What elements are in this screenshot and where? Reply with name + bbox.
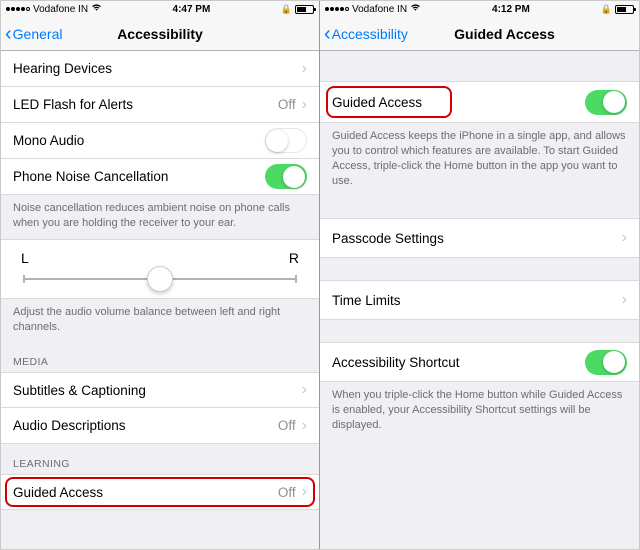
row-label: Guided Access [332, 95, 422, 110]
row-label: Passcode Settings [332, 231, 444, 246]
row-mono-audio[interactable]: Mono Audio [1, 123, 319, 159]
status-time: 4:12 PM [492, 4, 530, 15]
chevron-right-icon: › [622, 229, 627, 247]
row-guided-access-toggle[interactable]: Guided Access [320, 81, 639, 123]
balance-footer: Adjust the audio volume balance between … [1, 299, 319, 343]
carrier-label: Vodafone IN [352, 4, 407, 15]
status-bar: Vodafone IN 4:12 PM 🔒 [320, 1, 639, 17]
carrier-label: Vodafone IN [33, 4, 88, 15]
row-accessibility-shortcut[interactable]: Accessibility Shortcut [320, 342, 639, 382]
orientation-lock-icon: 🔒 [601, 4, 612, 15]
row-label: LED Flash for Alerts [13, 97, 133, 112]
learning-header: LEARNING [1, 444, 319, 474]
slider-thumb[interactable] [147, 266, 173, 292]
row-noise-cancellation[interactable]: Phone Noise Cancellation [1, 159, 319, 195]
chevron-right-icon: › [622, 291, 627, 309]
chevron-right-icon: › [302, 381, 307, 399]
chevron-left-icon: ‹ [5, 24, 12, 44]
row-passcode-settings[interactable]: Passcode Settings › [320, 218, 639, 258]
balance-slider[interactable] [23, 278, 297, 280]
back-button[interactable]: ‹ General [1, 24, 62, 44]
nav-bar: ‹ General Accessibility [1, 17, 319, 51]
accessibility-shortcut-toggle[interactable] [585, 350, 627, 375]
guided-access-footer: Guided Access keeps the iPhone in a sing… [320, 123, 639, 196]
back-label: Accessibility [332, 26, 408, 42]
noise-cancellation-toggle[interactable] [265, 164, 307, 189]
row-label: Mono Audio [13, 133, 84, 148]
row-label: Subtitles & Captioning [13, 383, 146, 398]
chevron-right-icon: › [302, 417, 307, 435]
row-label: Hearing Devices [13, 61, 112, 76]
battery-icon [615, 5, 634, 14]
row-value: Off [278, 418, 296, 433]
row-hearing-devices[interactable]: Hearing Devices › [1, 51, 319, 87]
row-label: Accessibility Shortcut [332, 355, 460, 370]
chevron-right-icon: › [302, 483, 307, 501]
wifi-icon [410, 3, 421, 15]
back-label: General [13, 26, 63, 42]
row-audio-descriptions[interactable]: Audio Descriptions Off › [1, 408, 319, 444]
shortcut-footer: When you triple-click the Home button wh… [320, 382, 639, 441]
chevron-left-icon: ‹ [324, 24, 331, 44]
wifi-icon [91, 3, 102, 15]
noise-cancellation-footer: Noise cancellation reduces ambient noise… [1, 195, 319, 239]
row-guided-access[interactable]: Guided Access Off › [1, 474, 319, 510]
mono-audio-toggle[interactable] [265, 128, 307, 153]
row-label: Time Limits [332, 293, 401, 308]
row-value: Off [278, 485, 296, 500]
row-subtitles[interactable]: Subtitles & Captioning › [1, 372, 319, 408]
orientation-lock-icon: 🔒 [281, 4, 292, 15]
screen-accessibility: Vodafone IN 4:47 PM 🔒 ‹ General Accessib… [1, 1, 320, 549]
media-header: MEDIA [1, 342, 319, 372]
balance-slider-block: L R [1, 239, 319, 299]
balance-left-label: L [21, 250, 29, 266]
guided-access-toggle[interactable] [585, 90, 627, 115]
balance-right-label: R [289, 250, 299, 266]
status-bar: Vodafone IN 4:47 PM 🔒 [1, 1, 319, 17]
row-label: Guided Access [13, 485, 103, 500]
settings-list: Guided Access Guided Access keeps the iP… [320, 51, 639, 549]
battery-icon [295, 5, 314, 14]
status-time: 4:47 PM [173, 4, 211, 15]
settings-list: Hearing Devices › LED Flash for Alerts O… [1, 51, 319, 549]
row-label: Audio Descriptions [13, 418, 126, 433]
back-button[interactable]: ‹ Accessibility [320, 24, 408, 44]
row-value: Off [278, 97, 296, 112]
chevron-right-icon: › [302, 60, 307, 78]
signal-dots-icon [325, 7, 349, 11]
screen-guided-access: Vodafone IN 4:12 PM 🔒 ‹ Accessibility Gu… [320, 1, 639, 549]
row-led-flash[interactable]: LED Flash for Alerts Off › [1, 87, 319, 123]
signal-dots-icon [6, 7, 30, 11]
chevron-right-icon: › [302, 96, 307, 114]
row-time-limits[interactable]: Time Limits › [320, 280, 639, 320]
row-label: Phone Noise Cancellation [13, 169, 168, 184]
nav-bar: ‹ Accessibility Guided Access [320, 17, 639, 51]
